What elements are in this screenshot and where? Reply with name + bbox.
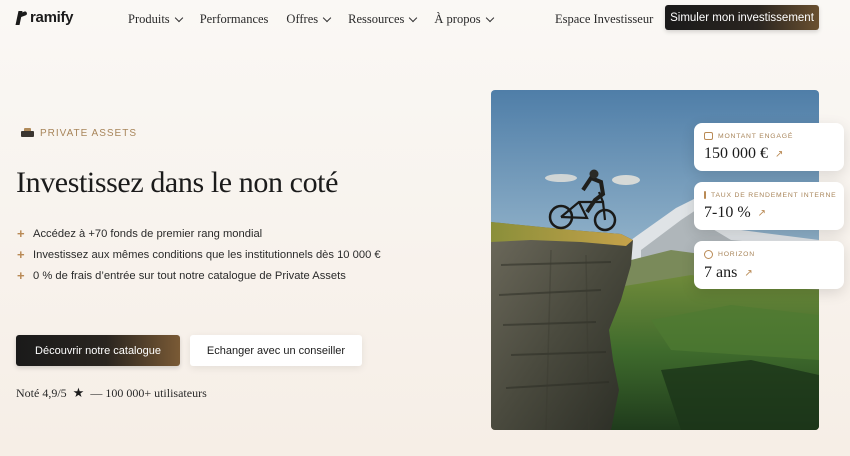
menu-label: Produits [128,12,170,26]
menu-item-ressources[interactable]: Ressources [348,12,418,27]
stat-card-horizon: HORIZON 7 ans ↗ [694,241,844,289]
rating-score: Noté 4,9/5 [16,385,67,400]
menu-item-produits[interactable]: Produits [128,12,183,27]
stat-value: 150 000 € [704,145,768,162]
list-item: + Accédez à +70 fonds de premier rang mo… [17,223,381,244]
stat-card-montant: MONTANT ENGAGÉ 150 000 € ↗ [694,123,844,171]
star-icon: ★ [72,385,85,400]
stat-value-row: 150 000 € ↗ [704,145,834,163]
rating: Noté 4,9/5 ★ — 100 000+ utilisateurs [16,385,207,401]
stat-label: HORIZON [718,251,755,258]
arrow-up-right-icon: ↗ [757,207,767,219]
main-menu: Produits Performances Offres Ressources … [128,12,494,27]
clock-icon [704,250,713,259]
menu-label: Ressources [348,12,405,26]
plus-icon: + [17,247,25,262]
stat-value: 7 ans [704,264,738,281]
benefits-list: + Accédez à +70 fonds de premier rang mo… [17,223,381,286]
stat-value-row: 7-10 % ↗ [704,204,834,222]
stat-label: MONTANT ENGAGÉ [718,132,794,140]
exchange-icon [704,191,706,199]
chevron-down-icon [485,13,494,23]
stat-label-row: TAUX DE RENDEMENT INTERNE [704,191,837,199]
brand-name: ramify [30,9,74,26]
page-title: Investissez dans le non coté [16,166,339,199]
rating-users: — 100 000+ utilisateurs [90,385,207,400]
menu-item-a-propos[interactable]: À propos [434,12,494,27]
ramify-logo[interactable]: ramify [16,9,74,26]
list-item: + 0 % de frais d’entrée sur tout notre c… [17,265,381,286]
stat-label: TAUX DE RENDEMENT INTERNE [711,191,837,199]
plus-icon: + [17,268,25,283]
simulate-investment-button[interactable]: Simuler mon investissement [665,5,819,30]
menu-label: Offres [286,12,319,26]
menu-label: À propos [434,12,481,26]
briefcase-icon [21,128,34,139]
chevron-down-icon [174,13,183,23]
stat-value-row: 7 ans ↗ [704,264,834,282]
stat-card-taux: TAUX DE RENDEMENT INTERNE 7-10 % ↗ [694,182,844,230]
ramify-logo-icon [16,11,27,25]
chevron-down-icon [322,13,332,23]
menu-item-offres[interactable]: Offres [286,12,332,27]
chevron-down-icon [409,13,418,23]
menu-item-performances[interactable]: Performances [200,12,269,27]
stat-label-row: MONTANT ENGAGÉ [704,132,834,140]
list-item: + Investissez aux mêmes conditions que l… [17,244,381,265]
category-tag-label: PRIVATE ASSETS [40,128,137,139]
talk-to-advisor-button[interactable]: Echanger avec un conseiller [190,335,362,366]
benefit-text: 0 % de frais d’entrée sur tout notre cat… [33,269,346,282]
benefit-text: Investissez aux mêmes conditions que les… [33,248,381,261]
stat-label-row: HORIZON [704,250,834,259]
category-tag: PRIVATE ASSETS [21,128,137,139]
benefit-text: Accédez à +70 fonds de premier rang mond… [33,227,263,240]
menu-label: Performances [199,12,269,26]
discover-catalog-button[interactable]: Découvrir notre catalogue [16,335,180,366]
top-navigation: ramify Produits Performances Offres Ress… [0,0,850,38]
arrow-up-right-icon: ↗ [775,148,784,160]
stat-value: 7-10 % [704,204,751,221]
wallet-icon [704,132,713,140]
espace-investisseur-link[interactable]: Espace Investisseur [555,12,653,27]
arrow-up-right-icon: ↗ [744,267,753,279]
plus-icon: + [17,226,25,241]
